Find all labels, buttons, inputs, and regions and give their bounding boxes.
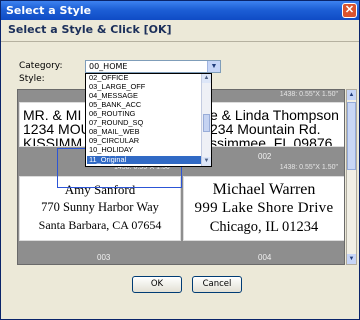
style-number: 002 <box>258 152 272 161</box>
dropdown-option[interactable]: 02_OFFICE <box>87 74 202 82</box>
style-number: 003 <box>97 253 111 262</box>
style-number: 004 <box>258 253 272 262</box>
card-line: Michael Warren <box>212 181 316 198</box>
scroll-up-icon[interactable]: ▲ <box>347 90 356 100</box>
dialog-heading: Select a Style & Click [OK] <box>8 23 172 36</box>
category-dropdown-list[interactable]: 02_OFFICE 03_LARGE_OFF 04_MESSAGE 05_BAN… <box>85 73 212 167</box>
dropdown-option-selected[interactable]: 11_Original <box>87 156 202 164</box>
style-dialog: Select a Style ✕ Select a Style & Click … <box>0 0 360 320</box>
title-bar[interactable]: Select a Style ✕ <box>1 1 359 20</box>
category-select[interactable]: 00_HOME ▼ <box>85 60 221 73</box>
style-card-004[interactable]: Michael Warren 999 Lake Shore Drive Chic… <box>183 176 344 241</box>
preview-scrollbar[interactable]: ▲ ▼ <box>346 89 357 265</box>
ok-button[interactable]: OK <box>132 276 182 293</box>
card-line: Chicago, IL 01234 <box>209 219 319 235</box>
scroll-up-icon[interactable]: ▲ <box>202 74 211 83</box>
dropdown-option[interactable]: 07_ROUND_SQ <box>87 119 202 127</box>
category-value: 00_HOME <box>89 62 128 71</box>
dropdown-scroll-thumb[interactable] <box>203 114 210 132</box>
card-line: Santa Barbara, CA 07654 <box>38 218 162 232</box>
dropdown-option[interactable]: 05_BANK_ACC <box>87 101 202 109</box>
dropdown-option[interactable]: 10_HOLIDAY <box>87 146 202 154</box>
category-label: Category: <box>19 61 63 71</box>
dropdown-option[interactable]: 08_MAIL_WEB <box>87 128 202 136</box>
window-title: Select a Style <box>6 4 92 17</box>
dropdown-option[interactable]: 04_MESSAGE <box>87 92 202 100</box>
style-size-label: 1438: 0.55"X 1.50" <box>279 164 338 171</box>
scroll-down-icon[interactable]: ▼ <box>347 254 356 264</box>
style-size-label: 1438: 0.55"X 1.50" <box>279 91 338 98</box>
dropdown-option[interactable]: 03_LARGE_OFF <box>87 83 202 91</box>
scroll-down-icon[interactable]: ▼ <box>202 157 211 166</box>
style-label: Style: <box>19 74 45 84</box>
dropdown-scrollbar[interactable]: ▲ ▼ <box>201 74 211 166</box>
dropdown-option[interactable]: 06_ROUTING <box>87 110 202 118</box>
card-line: 770 Sunny Harbor Way <box>41 200 159 214</box>
cancel-button[interactable]: Cancel <box>192 276 242 293</box>
dropdown-option[interactable]: 09_CIRCULAR <box>87 137 202 145</box>
heading-divider <box>1 41 359 42</box>
chevron-down-icon[interactable]: ▼ <box>207 61 220 72</box>
card-line: 999 Lake Shore Drive <box>194 200 334 216</box>
preview-scroll-thumb[interactable] <box>347 102 356 170</box>
close-button[interactable]: ✕ <box>342 3 357 18</box>
